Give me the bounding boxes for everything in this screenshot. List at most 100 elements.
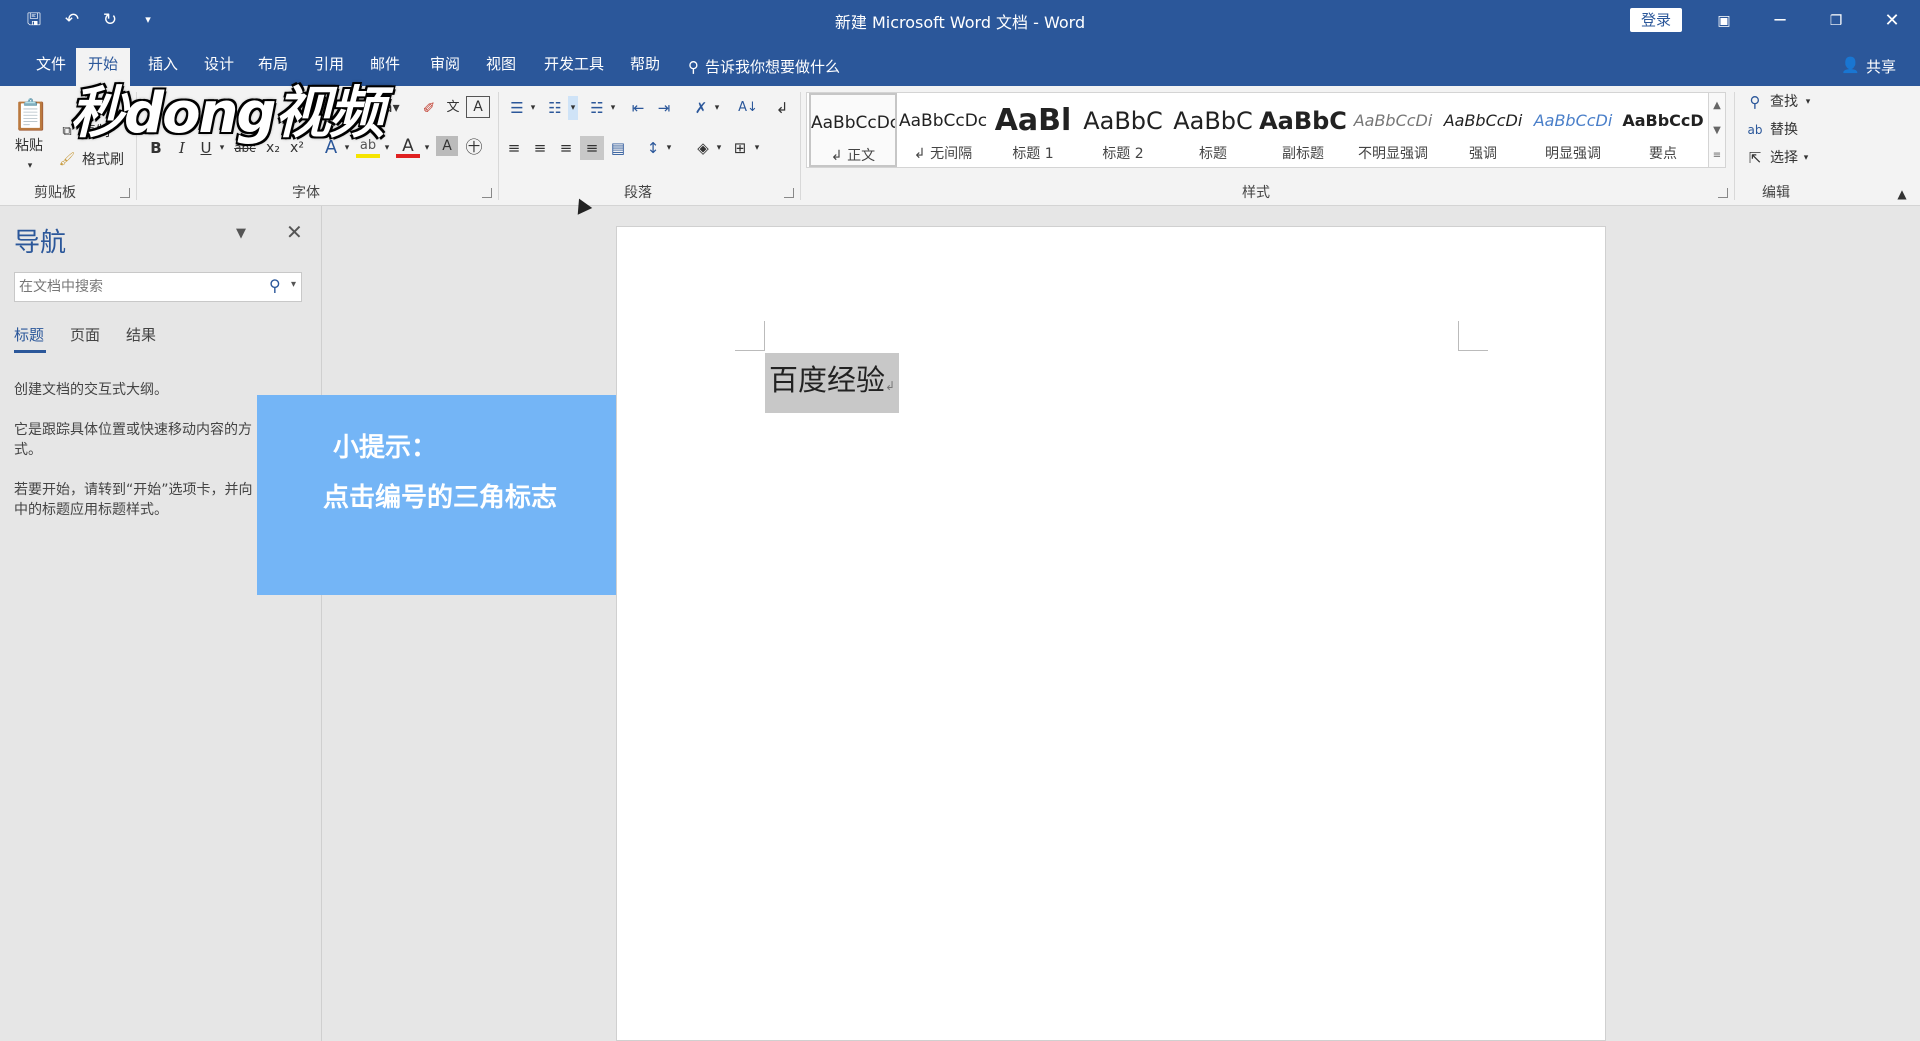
style-heading-1[interactable]: AaBl 标题 1 xyxy=(989,93,1077,167)
style-no-spacing[interactable]: AaBbCcDc ↲ 无间隔 xyxy=(899,93,987,167)
find-icon[interactable]: ⚲ xyxy=(1744,90,1766,114)
style-sample: AaBbCcDi xyxy=(1443,111,1523,130)
find-label[interactable]: 查找 xyxy=(1766,90,1802,114)
bullets-dropdown-icon[interactable]: ▾ xyxy=(528,96,538,120)
nav-tab-results[interactable]: 结果 xyxy=(126,324,156,345)
minimize-icon[interactable]: ─ xyxy=(1752,0,1808,42)
document-page[interactable]: 百度经验↲ xyxy=(616,226,1606,1041)
font-color-icon[interactable]: A xyxy=(396,136,420,158)
justify-icon[interactable]: ≡ xyxy=(580,136,604,160)
chinese-layout-icon[interactable]: ✗ xyxy=(688,96,714,120)
tab-developer[interactable]: 开发工具 xyxy=(532,50,616,86)
nav-close-icon[interactable]: ✕ xyxy=(286,220,303,244)
style-sample: AaBbCcD xyxy=(1622,111,1704,130)
highlight-dropdown-icon[interactable]: ▾ xyxy=(382,136,392,160)
select-icon[interactable]: ⇱ xyxy=(1744,146,1766,170)
paragraph-launcher-icon[interactable] xyxy=(784,188,794,198)
gallery-down-icon[interactable]: ▼ xyxy=(1709,118,1725,143)
redo-icon[interactable]: ↻ xyxy=(98,8,122,32)
style-subtitle[interactable]: AaBbC 副标题 xyxy=(1259,93,1347,167)
numbering-icon[interactable]: ☷ xyxy=(542,96,568,120)
person-icon: 👤 xyxy=(1841,56,1860,74)
share-button[interactable]: 👤 共享 xyxy=(1841,56,1896,77)
shading-icon[interactable]: ◈ xyxy=(690,136,716,160)
decrease-indent-icon[interactable]: ⇤ xyxy=(626,96,650,120)
font-color-dropdown-icon[interactable]: ▾ xyxy=(422,136,432,160)
group-divider xyxy=(498,92,499,200)
distributed-icon[interactable]: ▤ xyxy=(606,136,630,160)
clipboard-launcher-icon[interactable] xyxy=(120,188,130,198)
style-title[interactable]: AaBbC 标题 xyxy=(1169,93,1257,167)
restore-icon[interactable]: ❐ xyxy=(1808,0,1864,42)
nav-tab-headings[interactable]: 标题 xyxy=(14,324,44,345)
character-shading-icon[interactable]: A xyxy=(436,136,458,156)
clear-formatting-icon[interactable]: ✐ xyxy=(418,96,440,120)
login-button[interactable]: 登录 xyxy=(1630,8,1682,32)
search-dropdown-icon[interactable]: ▾ xyxy=(291,279,296,290)
tab-view[interactable]: 视图 xyxy=(474,50,528,86)
format-painter-icon[interactable]: 🖌 xyxy=(56,148,78,172)
font-launcher-icon[interactable] xyxy=(482,188,492,198)
line-spacing-dropdown-icon[interactable]: ▾ xyxy=(664,136,674,160)
style-normal[interactable]: AaBbCcDc ↲ 正文 xyxy=(809,93,897,167)
find-dropdown-icon[interactable]: ▾ xyxy=(1802,90,1814,114)
shading-dropdown-icon[interactable]: ▾ xyxy=(714,136,724,160)
style-heading-2[interactable]: AaBbC 标题 2 xyxy=(1079,93,1167,167)
editing-group-label: 编辑 xyxy=(1762,185,1790,201)
increase-indent-icon[interactable]: ⇥ xyxy=(652,96,676,120)
lightbulb-search-icon: ⚲ xyxy=(688,57,699,76)
numbering-dropdown-icon[interactable]: ▾ xyxy=(568,96,578,120)
style-intense-emphasis[interactable]: AaBbCcDi 明显强调 xyxy=(1529,93,1617,167)
margin-corner-mark xyxy=(735,321,765,351)
borders-icon[interactable]: ⊞ xyxy=(728,136,752,160)
sort-icon[interactable]: A↓ xyxy=(736,96,760,120)
chinese-layout-dropdown-icon[interactable]: ▾ xyxy=(712,96,722,120)
selected-document-text[interactable]: 百度经验↲ xyxy=(765,353,900,413)
nav-help-text-2: 它是跟踪具体位置或快速移动内容的方式。 xyxy=(14,422,252,458)
select-dropdown-icon[interactable]: ▾ xyxy=(1800,146,1812,170)
align-center-icon[interactable]: ≡ xyxy=(528,136,552,160)
borders-dropdown-icon[interactable]: ▾ xyxy=(752,136,762,160)
enclose-characters-icon[interactable]: ㊉ xyxy=(462,136,486,160)
search-icon[interactable]: ⚲ xyxy=(269,276,281,295)
nav-search-input[interactable] xyxy=(15,273,255,301)
customize-qat-icon[interactable]: ▾ xyxy=(136,8,160,32)
style-strong[interactable]: AaBbCcD 要点 xyxy=(1619,93,1707,167)
paste-dropdown-icon[interactable]: ▾ xyxy=(22,154,38,178)
quick-access-toolbar: 🖫 ↶ ↻ ▾ xyxy=(22,8,160,32)
nav-help-text-3: 若要开始，请转到“开始”选项卡，并向中的标题应用标题样式。 xyxy=(14,482,253,518)
nav-options-icon[interactable]: ▼ xyxy=(236,226,246,241)
character-border-icon[interactable]: A xyxy=(466,96,490,118)
save-icon[interactable]: 🖫 xyxy=(22,8,46,32)
style-subtle-emphasis[interactable]: AaBbCcDi 不明显强调 xyxy=(1349,93,1437,167)
window-controls: ▣ ─ ❐ ✕ xyxy=(1696,0,1920,42)
nav-tab-pages[interactable]: 页面 xyxy=(70,324,100,345)
style-emphasis[interactable]: AaBbCcDi 强调 xyxy=(1439,93,1527,167)
undo-icon[interactable]: ↶ xyxy=(60,8,84,32)
style-sample: AaBl xyxy=(994,105,1072,137)
align-right-icon[interactable]: ≡ xyxy=(554,136,578,160)
tab-review[interactable]: 审阅 xyxy=(418,50,472,86)
gallery-more-icon[interactable]: ≡ xyxy=(1709,143,1725,168)
phonetic-guide-icon[interactable]: 文 xyxy=(442,96,464,120)
multilevel-list-icon[interactable]: ☵ xyxy=(584,96,610,120)
show-marks-icon[interactable]: ↲ xyxy=(770,96,794,120)
bullets-icon[interactable]: ☰ xyxy=(504,96,530,120)
tell-me-box[interactable]: ⚲ 告诉我你想要做什么 xyxy=(688,56,840,77)
multilevel-dropdown-icon[interactable]: ▾ xyxy=(608,96,618,120)
line-spacing-icon[interactable]: ↕ xyxy=(640,136,666,160)
replace-icon[interactable]: ab xyxy=(1744,118,1766,142)
window-title: 新建 Microsoft Word 文档 - Word xyxy=(834,13,1086,32)
paste-icon[interactable]: 📋 xyxy=(12,94,49,138)
gallery-up-icon[interactable]: ▲ xyxy=(1709,93,1725,118)
styles-launcher-icon[interactable] xyxy=(1718,188,1728,198)
align-left-icon[interactable]: ≡ xyxy=(502,136,526,160)
close-window-icon[interactable]: ✕ xyxy=(1864,0,1920,42)
tab-help[interactable]: 帮助 xyxy=(618,50,672,86)
font-group-label: 字体 xyxy=(292,185,320,201)
format-painter-label[interactable]: 格式刷 xyxy=(78,148,128,172)
collapse-ribbon-icon[interactable]: ▲ xyxy=(1892,182,1912,206)
select-label[interactable]: 选择 xyxy=(1766,146,1802,170)
replace-label[interactable]: 替换 xyxy=(1766,118,1802,142)
ribbon-display-icon[interactable]: ▣ xyxy=(1696,0,1752,42)
